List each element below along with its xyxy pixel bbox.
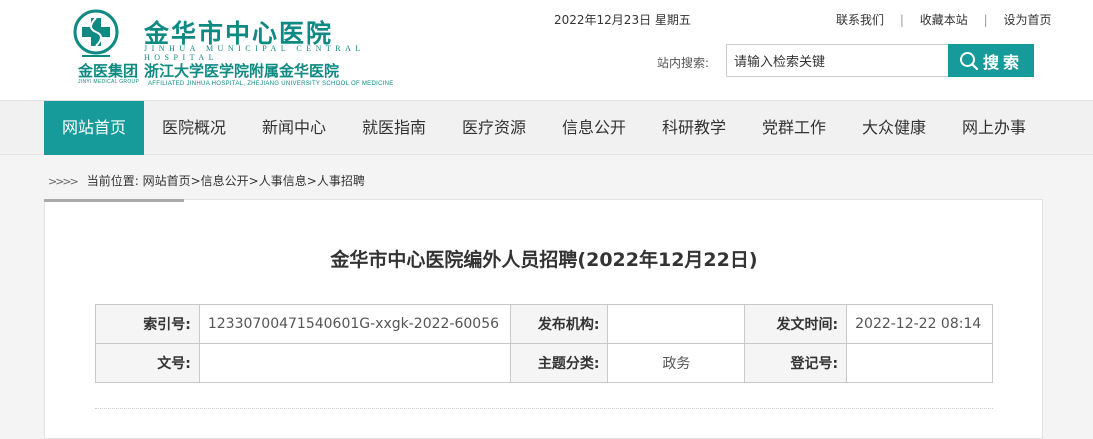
hospital-emblem-icon [73, 9, 119, 57]
table-row: 文号: 主题分类: 政务 登记号: [95, 343, 993, 383]
contact-us-link[interactable]: 联系我们 [836, 11, 884, 28]
breadcrumb-personnel[interactable]: 人事信息 [259, 174, 307, 188]
nav-item-guide[interactable]: 就医指南 [344, 101, 444, 155]
breadcrumb-recruitment[interactable]: 人事招聘 [317, 174, 365, 188]
nav-item-disclosure[interactable]: 信息公开 [544, 101, 644, 155]
hospital-logo[interactable]: 金华市中心医院 JINHUA MUNICIPAL CENTRAL HOSPITA… [56, 4, 404, 96]
search-button[interactable]: 搜索 [948, 44, 1034, 77]
breadcrumb-disclosure[interactable]: 信息公开 [201, 174, 249, 188]
search-label: 站内搜索: [657, 56, 710, 70]
publisher-value [607, 304, 746, 344]
breadcrumb-arrows-icon: >>>> [48, 175, 79, 188]
nav-item-online[interactable]: 网上办事 [944, 101, 1044, 155]
index-value: 12330700471540601G-xxgk-2022-60056 [198, 304, 511, 344]
breadcrumb-prefix: 当前位置: [86, 174, 139, 188]
breadcrumb: >>>> 当前位置: 网站首页>信息公开>人事信息>人事招聘 [48, 172, 365, 189]
group-name: 金医集团 [78, 62, 139, 80]
main-nav: 网站首页 医院概况 新闻中心 就医指南 医疗资源 信息公开 科研教学 党群工作 … [0, 100, 1093, 155]
breadcrumb-separator: > [248, 174, 259, 188]
nav-item-news[interactable]: 新闻中心 [244, 101, 344, 155]
breadcrumb-separator: > [190, 174, 201, 188]
group-name-en: JINYI MEDICAL GROUP [78, 79, 140, 85]
site-header: 金华市中心医院 JINHUA MUNICIPAL CENTRAL HOSPITA… [0, 0, 1093, 100]
top-links: 联系我们 | 收藏本站 | 设为首页 [836, 11, 1051, 28]
regno-value [846, 343, 993, 383]
link-divider: | [983, 13, 988, 27]
panel-accent-bar [44, 199, 184, 202]
search-icon [959, 51, 979, 70]
affiliation-name-en: AFFILIATED JINHUA HOSPITAL, ZHEJIANG UNI… [148, 81, 394, 87]
nav-item-party[interactable]: 党群工作 [744, 101, 844, 155]
index-label: 索引号: [95, 304, 200, 344]
article-title: 金华市中心医院编外人员招聘(2022年12月22日) [330, 249, 758, 271]
date-value: 2022-12-22 08:14 [846, 304, 993, 344]
search-button-label: 搜索 [982, 52, 1023, 72]
affiliation-name: 浙江大学医学院附属金华医院 [144, 62, 340, 80]
breadcrumb-separator: > [306, 174, 317, 188]
breadcrumb-home[interactable]: 网站首页 [143, 174, 191, 188]
link-divider: | [899, 13, 904, 27]
search-input[interactable] [726, 44, 948, 77]
nav-item-overview[interactable]: 医院概况 [144, 101, 244, 155]
docno-value [198, 343, 511, 383]
nav-item-health[interactable]: 大众健康 [844, 101, 944, 155]
content-divider [95, 408, 993, 409]
docno-label: 文号: [95, 343, 200, 383]
category-label: 主题分类: [509, 343, 609, 383]
nav-item-resources[interactable]: 医疗资源 [444, 101, 544, 155]
publisher-label: 发布机构: [509, 304, 609, 344]
nav-item-research[interactable]: 科研教学 [644, 101, 744, 155]
category-value: 政务 [607, 343, 746, 383]
regno-label: 登记号: [744, 343, 848, 383]
table-row: 索引号: 12330700471540601G-xxgk-2022-60056 … [95, 304, 993, 344]
nav-item-home[interactable]: 网站首页 [44, 101, 144, 155]
bookmark-link[interactable]: 收藏本站 [920, 11, 968, 28]
set-homepage-link[interactable]: 设为首页 [1003, 11, 1051, 28]
current-date: 2022年12月23日 星期五 [554, 13, 691, 27]
date-label: 发文时间: [744, 304, 848, 344]
article-meta-table: 索引号: 12330700471540601G-xxgk-2022-60056 … [95, 304, 993, 383]
